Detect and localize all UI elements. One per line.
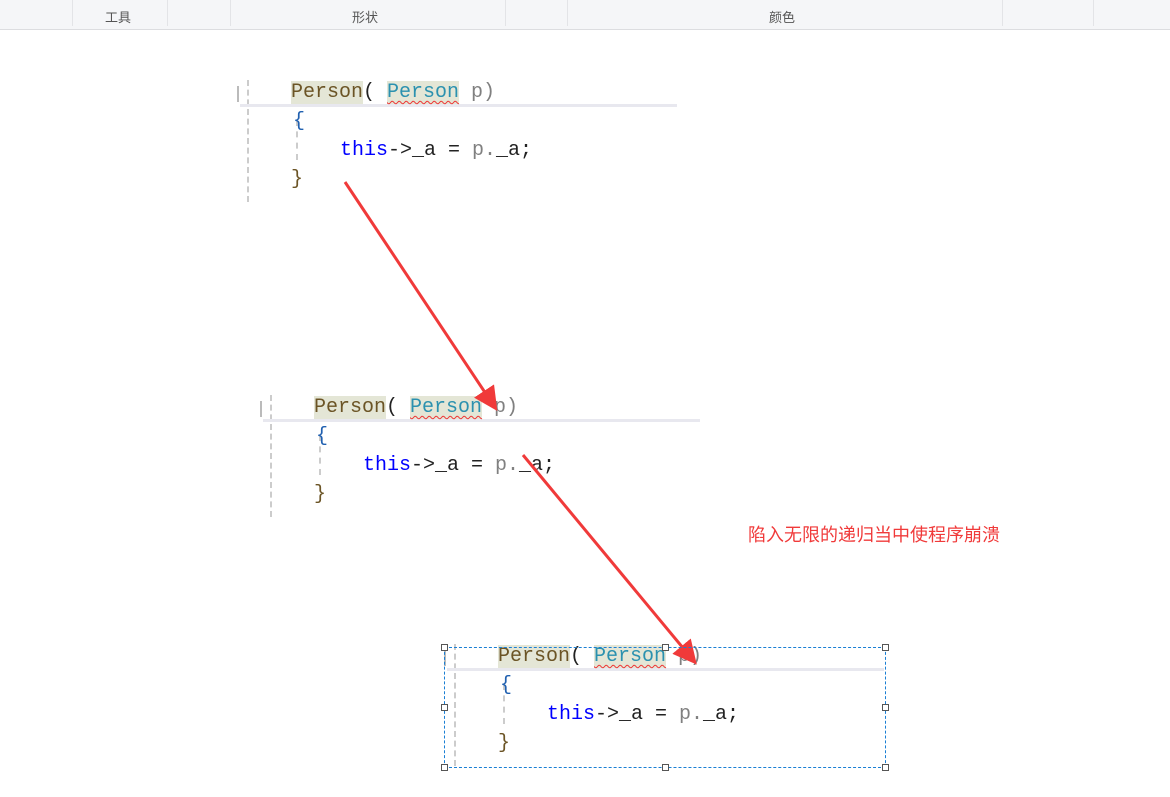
arrow[interactable] xyxy=(343,181,498,411)
resize-handle[interactable] xyxy=(882,644,889,651)
resize-handle[interactable] xyxy=(441,704,448,711)
resize-handle[interactable] xyxy=(882,704,889,711)
arrow[interactable] xyxy=(521,454,697,665)
annotation-text[interactable]: 陷入无限的递归当中使程序崩溃 xyxy=(748,521,1000,547)
resize-handle[interactable] xyxy=(662,644,669,651)
resize-handle[interactable] xyxy=(662,764,669,771)
resize-handle[interactable] xyxy=(441,644,448,651)
resize-handle[interactable] xyxy=(441,764,448,771)
selection-box[interactable] xyxy=(441,644,889,771)
resize-handle[interactable] xyxy=(882,764,889,771)
